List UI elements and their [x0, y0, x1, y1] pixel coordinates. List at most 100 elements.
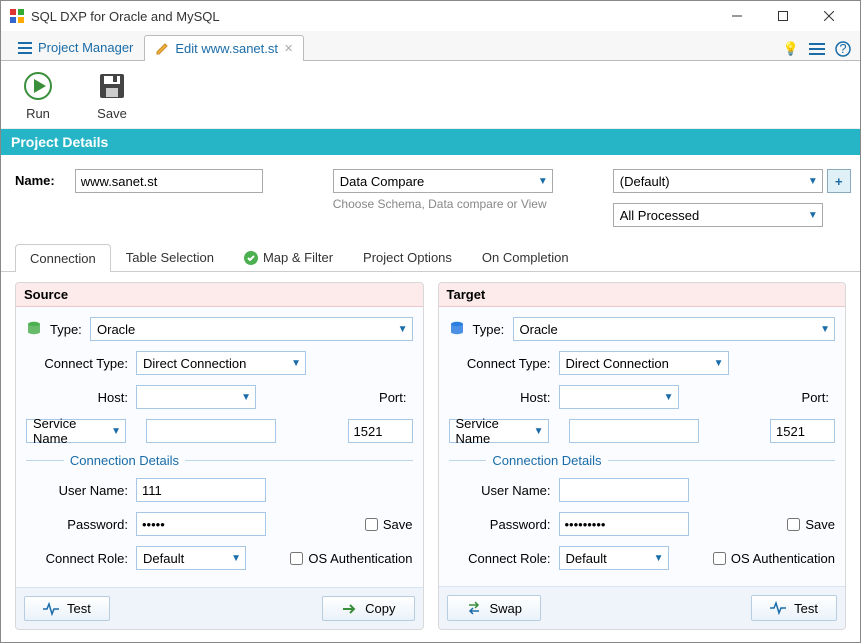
- source-username-input[interactable]: [136, 478, 266, 502]
- source-title: Source: [16, 283, 423, 307]
- type-label: Type:: [50, 322, 90, 337]
- close-button[interactable]: [806, 1, 852, 31]
- app-icon: [9, 8, 25, 24]
- chevron-down-icon: ▼: [241, 392, 251, 403]
- source-type-combo[interactable]: Oracle▼: [90, 317, 413, 341]
- target-password-input[interactable]: [559, 512, 689, 536]
- tab-close-icon[interactable]: ✕: [284, 42, 293, 55]
- maximize-button[interactable]: [760, 1, 806, 31]
- password-label: Password:: [449, 517, 559, 532]
- connect-type-label: Connect Type:: [449, 356, 559, 371]
- compare-type-combo[interactable]: Data Compare ▼: [333, 169, 553, 193]
- hint-icon[interactable]: 💡: [780, 38, 802, 60]
- connection-details-divider: Connection Details: [449, 453, 836, 468]
- target-service-name-combo[interactable]: Service Name▼: [449, 419, 549, 443]
- status-combo[interactable]: All Processed ▼: [613, 203, 823, 227]
- profile-value: (Default): [620, 174, 670, 189]
- source-connect-type-combo[interactable]: Direct Connection▼: [136, 351, 306, 375]
- source-panel: Source Type: Oracle▼ Connect Type: Direc…: [15, 282, 424, 630]
- copy-button[interactable]: Copy: [322, 596, 414, 621]
- tab-project-manager[interactable]: Project Manager: [7, 34, 144, 60]
- connect-type-label: Connect Type:: [26, 356, 136, 371]
- chevron-down-icon: ▼: [664, 392, 674, 403]
- minimize-button[interactable]: [714, 1, 760, 31]
- source-connect-role-combo[interactable]: Default▼: [136, 546, 246, 570]
- target-service-input[interactable]: [569, 419, 699, 443]
- compare-type-value: Data Compare: [340, 174, 425, 189]
- target-connect-type-combo[interactable]: Direct Connection▼: [559, 351, 729, 375]
- profile-combo[interactable]: (Default) ▼: [613, 169, 823, 193]
- document-tabs: Project Manager Edit www.sanet.st ✕ 💡 ?: [1, 31, 860, 61]
- type-label: Type:: [473, 322, 513, 337]
- status-value: All Processed: [620, 208, 699, 223]
- tab-map-filter[interactable]: Map & Filter: [229, 243, 348, 271]
- save-button[interactable]: Save: [95, 69, 129, 121]
- username-label: User Name:: [26, 483, 136, 498]
- target-title: Target: [439, 283, 846, 307]
- tab-label: Project Manager: [38, 40, 133, 55]
- port-label: Port:: [373, 390, 413, 405]
- source-os-auth-checkbox[interactable]: OS Authentication: [290, 551, 412, 566]
- chevron-down-icon: ▼: [534, 426, 544, 437]
- source-password-input[interactable]: [136, 512, 266, 536]
- database-icon: [449, 321, 465, 337]
- inner-tabs: Connection Table Selection Map & Filter …: [1, 243, 860, 272]
- target-os-auth-checkbox[interactable]: OS Authentication: [713, 551, 835, 566]
- save-label: Save: [97, 106, 127, 121]
- list-icon: [18, 41, 32, 55]
- source-test-button[interactable]: Test: [24, 596, 110, 621]
- target-host-combo[interactable]: ▼: [559, 385, 679, 409]
- help-icon[interactable]: ?: [832, 38, 854, 60]
- chevron-down-icon: ▼: [654, 553, 664, 564]
- project-details-row: Name: Data Compare ▼ Choose Schema, Data…: [1, 155, 860, 237]
- pulse-icon: [770, 601, 786, 615]
- add-profile-button[interactable]: +: [827, 169, 851, 193]
- menu-icon[interactable]: [806, 38, 828, 60]
- section-header: Project Details: [1, 129, 860, 155]
- target-type-combo[interactable]: Oracle▼: [513, 317, 836, 341]
- connect-role-label: Connect Role:: [26, 551, 136, 566]
- play-icon: [21, 69, 55, 103]
- target-username-input[interactable]: [559, 478, 689, 502]
- source-service-input[interactable]: [146, 419, 276, 443]
- chevron-down-icon: ▼: [538, 176, 548, 187]
- compare-hint: Choose Schema, Data compare or View: [333, 197, 553, 211]
- source-port-input[interactable]: [348, 419, 413, 443]
- chevron-down-icon: ▼: [820, 324, 830, 335]
- chevron-down-icon: ▼: [808, 176, 818, 187]
- run-button[interactable]: Run: [21, 69, 55, 121]
- username-label: User Name:: [449, 483, 559, 498]
- chevron-down-icon: ▼: [398, 324, 408, 335]
- target-connect-role-combo[interactable]: Default▼: [559, 546, 669, 570]
- target-save-checkbox[interactable]: Save: [787, 517, 835, 532]
- pulse-icon: [43, 602, 59, 616]
- host-label: Host:: [26, 390, 136, 405]
- tab-table-selection[interactable]: Table Selection: [111, 243, 229, 271]
- swap-button[interactable]: Swap: [447, 595, 542, 621]
- connection-panels: Source Type: Oracle▼ Connect Type: Direc…: [1, 272, 860, 640]
- run-label: Run: [26, 106, 50, 121]
- target-test-button[interactable]: Test: [751, 595, 837, 621]
- tab-project-options[interactable]: Project Options: [348, 243, 467, 271]
- source-service-name-combo[interactable]: Service Name▼: [26, 419, 126, 443]
- target-panel: Target Type: Oracle▼ Connect Type: Direc…: [438, 282, 847, 630]
- host-label: Host:: [449, 390, 559, 405]
- tab-edit[interactable]: Edit www.sanet.st ✕: [144, 35, 304, 61]
- tab-connection[interactable]: Connection: [15, 244, 111, 272]
- chevron-down-icon: ▼: [808, 210, 818, 221]
- chevron-down-icon: ▼: [714, 358, 724, 369]
- connection-details-divider: Connection Details: [26, 453, 413, 468]
- port-label: Port:: [795, 390, 835, 405]
- tab-on-completion[interactable]: On Completion: [467, 243, 584, 271]
- toolbar: Run Save: [1, 61, 860, 129]
- swap-icon: [466, 600, 482, 616]
- window-title: SQL DXP for Oracle and MySQL: [31, 9, 714, 24]
- target-port-input[interactable]: [770, 419, 835, 443]
- source-host-combo[interactable]: ▼: [136, 385, 256, 409]
- name-label: Name:: [15, 169, 55, 188]
- tab-label: Edit www.sanet.st: [175, 41, 278, 56]
- source-save-checkbox[interactable]: Save: [365, 517, 413, 532]
- name-input[interactable]: [75, 169, 263, 193]
- chevron-down-icon: ▼: [291, 358, 301, 369]
- arrow-right-icon: [341, 602, 357, 616]
